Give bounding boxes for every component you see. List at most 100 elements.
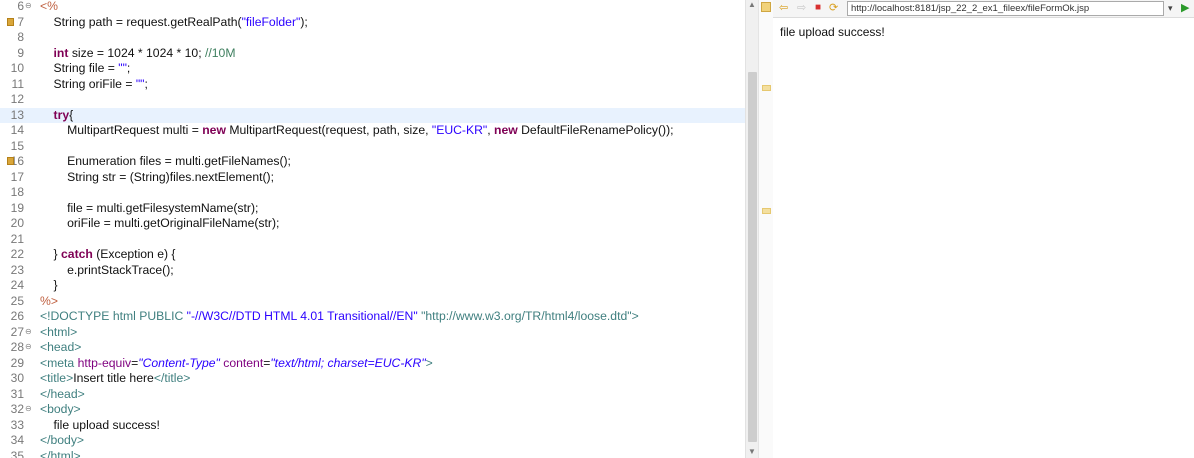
overview-ruler-marker[interactable] — [762, 85, 771, 91]
code-line[interactable]: 17 String str = (String)files.nextElemen… — [0, 170, 745, 186]
code-line[interactable]: 15 — [0, 139, 745, 155]
code-token: DefaultFileRenamePolicy()); — [517, 123, 674, 137]
code-text: try{ — [40, 108, 74, 124]
code-text: e.printStackTrace(); — [40, 263, 174, 279]
line-number: 17 — [10, 169, 24, 184]
stop-icon[interactable]: ■ — [815, 1, 821, 15]
dropdown-icon[interactable]: ▾ — [1168, 1, 1173, 15]
line-number: 18 — [10, 185, 24, 199]
code-line[interactable]: 12 — [0, 92, 745, 108]
line-number: 23 — [10, 262, 24, 277]
code-token: MultipartRequest(request, path, size, — [225, 123, 432, 137]
browser-page-text: file upload success! — [780, 25, 885, 39]
code-text: String str = (String)files.nextElement()… — [40, 170, 274, 186]
code-line[interactable]: 26 <!DOCTYPE html PUBLIC "-//W3C//DTD HTM… — [0, 309, 745, 325]
code-token: <!DOCTYPE — [40, 309, 113, 323]
code-token: oriFile = multi.getOriginalFileName(str)… — [40, 216, 280, 230]
code-token: html — [112, 309, 136, 323]
code-line[interactable]: 32 ⊖ <body> — [0, 402, 745, 418]
code-line[interactable]: 7 String path = request.getRealPath("fil… — [0, 15, 745, 31]
code-line[interactable]: 9 int size = 1024 * 1024 * 10; //10M — [0, 46, 745, 62]
code-line[interactable]: 11 String oriFile = ""; — [0, 77, 745, 93]
code-token: %> — [40, 293, 58, 308]
go-icon[interactable]: ▶ — [1181, 1, 1189, 15]
url-input[interactable]: http://localhost:8181/jsp_22_2_ex1_filee… — [847, 1, 1164, 16]
fold-toggle-icon[interactable]: ⊖ — [25, 405, 32, 413]
code-token: "" — [135, 76, 145, 91]
editor-vertical-scrollbar[interactable]: ▲ ▼ — [745, 0, 758, 458]
line-number: 6 — [17, 0, 24, 13]
scroll-up-icon[interactable]: ▲ — [748, 0, 756, 9]
code-editor[interactable]: 6 ⊖ <% 7 String path = request.getRealPath(… — [0, 0, 758, 458]
back-arrow-icon[interactable]: ⇦ — [779, 1, 788, 15]
code-line[interactable]: 28 ⊖ <head> — [0, 340, 745, 356]
fold-toggle-icon[interactable]: ⊖ — [25, 343, 32, 351]
code-token: file upload success! — [40, 417, 160, 432]
line-number: 8 — [17, 30, 24, 44]
line-number: 35 — [10, 448, 24, 458]
code-token: , — [487, 123, 495, 137]
code-token: <% — [40, 0, 58, 13]
code-line[interactable]: 29 <meta http-equiv="Content-Type" conten… — [0, 356, 745, 372]
line-number: 33 — [10, 417, 24, 432]
code-token: </html> — [40, 448, 81, 458]
code-text: String path = request.getRealPath("fileF… — [40, 15, 308, 31]
code-line[interactable]: 25 %> — [0, 294, 745, 310]
warning-marker-icon[interactable] — [7, 157, 14, 165]
code-line[interactable]: 19 file = multi.getFilesystemName(str); — [0, 201, 745, 217]
code-text: file = multi.getFilesystemName(str); — [40, 201, 258, 217]
code-token: ; — [126, 61, 131, 75]
code-token: http-equiv — [74, 355, 132, 370]
fold-toggle-icon[interactable]: ⊖ — [25, 2, 32, 10]
code-text: Enumeration files = multi.getFileNames()… — [40, 154, 291, 170]
code-token: "fileFolder" — [241, 14, 301, 29]
forward-arrow-icon[interactable]: ⇨ — [797, 1, 806, 15]
fold-toggle-icon[interactable]: ⊖ — [25, 327, 32, 336]
code-token: ); — [300, 14, 308, 29]
code-token: file = multi.getFilesystemName(str); — [40, 200, 259, 215]
code-line[interactable]: 8 — [0, 30, 745, 46]
scrollbar-thumb[interactable] — [748, 72, 757, 442]
code-token: "" — [118, 61, 127, 75]
code-line[interactable]: 10 String file = ""; — [0, 61, 745, 77]
code-token: PUBLIC — [135, 309, 187, 323]
code-text: </html> — [40, 449, 81, 458]
code-line[interactable]: 34 </body> — [0, 433, 745, 449]
code-token: <body> — [40, 402, 81, 416]
code-line[interactable]: 18 — [0, 185, 745, 201]
code-token: catch — [61, 247, 93, 261]
line-number: 34 — [10, 433, 24, 447]
line-number: 26 — [10, 309, 24, 323]
code-line[interactable]: 33 file upload success! — [0, 418, 745, 434]
code-line[interactable]: 23 e.printStackTrace(); — [0, 263, 745, 279]
code-text: oriFile = multi.getOriginalFileName(str)… — [40, 216, 279, 232]
overview-ruler-marker[interactable] — [762, 208, 771, 214]
code-token: </title> — [153, 371, 191, 385]
code-line[interactable]: 20 oriFile = multi.getOriginalFileName(s… — [0, 216, 745, 232]
code-line[interactable]: 22 } catch (Exception e) { — [0, 247, 745, 263]
code-line[interactable]: 24 } — [0, 278, 745, 294]
line-number: 32 — [10, 402, 24, 416]
code-line[interactable]: 21 — [0, 232, 745, 248]
code-token: ; — [144, 76, 148, 91]
overview-ruler[interactable] — [758, 0, 774, 458]
line-number: 14 — [10, 123, 24, 137]
code-line[interactable]: 14 MultipartRequest multi = new Multipar… — [0, 123, 745, 139]
code-line[interactable]: 30 <title>Insert title here</title> — [0, 371, 745, 387]
code-text: } — [40, 278, 58, 294]
code-line[interactable]: 13 try{ — [0, 107, 745, 124]
code-text: <body> — [40, 402, 81, 418]
code-token: String oriFile = — [40, 76, 136, 91]
code-line[interactable]: 6 ⊖ <% — [0, 0, 745, 15]
warning-marker-icon[interactable] — [7, 17, 14, 26]
code-token: "-//W3C//DTD HTML 4.01 Transitional//EN" — [186, 309, 418, 323]
code-line[interactable]: 31 </head> — [0, 387, 745, 403]
refresh-icon[interactable]: ⟳ — [829, 1, 838, 15]
code-line[interactable]: 16 Enumeration files = multi.getFileName… — [0, 154, 745, 170]
code-line[interactable]: 27 ⊖ <html> — [0, 325, 745, 341]
overview-ruler-warning-icon[interactable] — [761, 2, 771, 12]
line-number: 13 — [10, 107, 24, 122]
scroll-down-icon[interactable]: ▼ — [748, 447, 756, 456]
code-text: <!DOCTYPE html PUBLIC "-//W3C//DTD HTML … — [40, 309, 639, 325]
code-line[interactable]: 35 </html> — [0, 449, 745, 458]
